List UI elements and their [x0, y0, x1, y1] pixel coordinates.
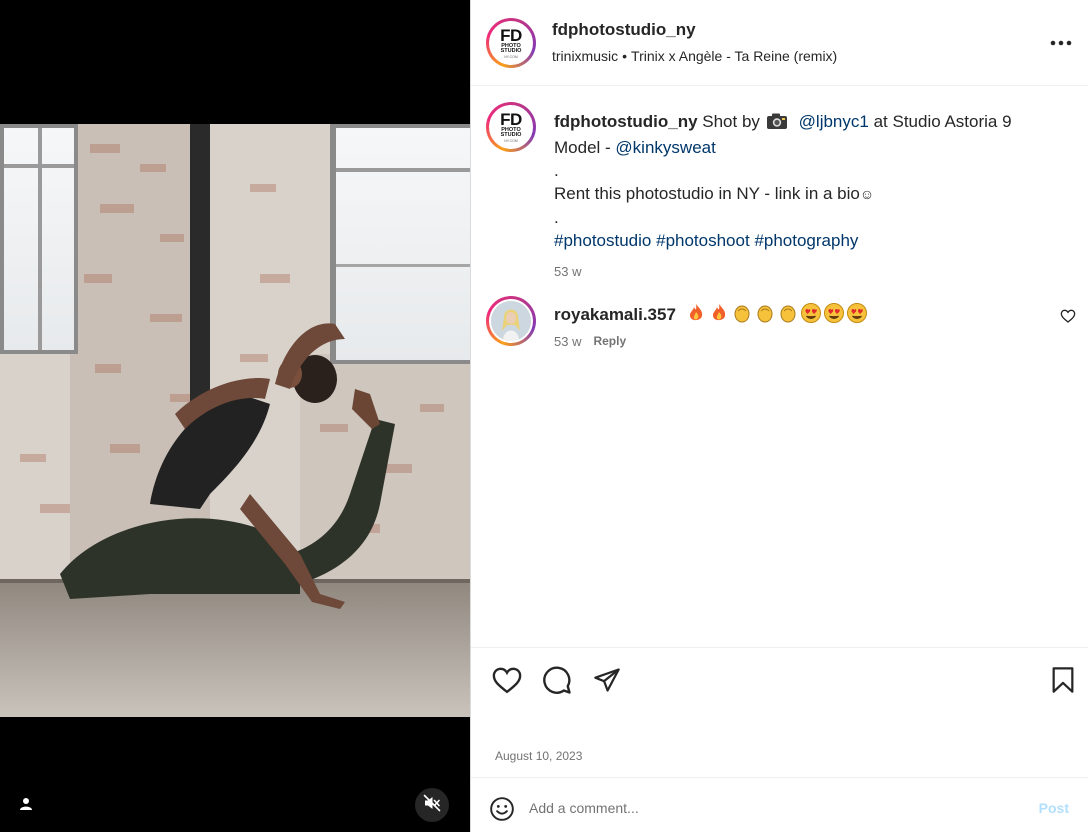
model-mention[interactable]: @kinkysweat: [615, 138, 715, 157]
share-button[interactable]: [591, 666, 623, 698]
audio-separator: •: [622, 48, 628, 64]
video-still-image: [0, 124, 470, 717]
hashtag-photography[interactable]: #photography: [754, 231, 858, 250]
caption-author-avatar[interactable]: FD PHOTO STUDIO NY.COM: [486, 102, 536, 152]
like-button[interactable]: [491, 666, 523, 698]
comment-timestamp[interactable]: 53 w: [554, 334, 581, 349]
smile-emoji: ☺: [859, 186, 875, 202]
fire-icon: [685, 302, 707, 329]
emoji-picker-button[interactable]: [489, 796, 515, 822]
logo-tiny: NY.COM: [504, 138, 518, 143]
mute-toggle-button[interactable]: [415, 788, 449, 822]
heart-icon: [492, 666, 522, 699]
audio-artist[interactable]: trinixmusic: [552, 48, 618, 64]
logo-line2: STUDIO: [500, 48, 522, 55]
comment-emojis: [685, 302, 868, 329]
fd-logo: FD PHOTO STUDIO NY.COM: [489, 105, 533, 149]
add-comment-bar: Post: [471, 777, 1088, 832]
caption-text: fdphotostudio_ny Shot by @ljbnyc1 at Stu…: [554, 110, 1074, 283]
hashtag-photostudio[interactable]: #photostudio: [554, 231, 651, 250]
caption-hashtags: #photostudio #photoshoot #photography: [554, 229, 1074, 252]
commenter-avatar[interactable]: [486, 296, 536, 346]
caption-dot-1: .: [554, 161, 559, 180]
more-horizontal-icon: [1050, 33, 1072, 51]
bookmark-icon: [1050, 666, 1076, 699]
speaker-muted-icon: [423, 794, 441, 817]
post-video[interactable]: [0, 124, 470, 717]
heart-eyes-icon: [800, 302, 822, 329]
caption-dot-2: .: [554, 208, 559, 227]
more-options-button[interactable]: [1049, 30, 1073, 54]
logo-tiny: NY.COM: [504, 54, 518, 59]
comments-list[interactable]: FD PHOTO STUDIO NY.COM fdphotostudio_ny …: [471, 86, 1088, 646]
comment-like-button[interactable]: [1060, 308, 1076, 324]
tagged-users-button[interactable]: [12, 792, 40, 820]
media-pane: [0, 0, 470, 832]
author-avatar[interactable]: FD PHOTO STUDIO NY.COM: [486, 18, 536, 68]
hashtag-photoshoot[interactable]: #photoshoot: [656, 231, 750, 250]
clapping-hands-icon: [754, 302, 776, 329]
smiley-icon: [489, 797, 515, 826]
comment-input[interactable]: [529, 794, 1009, 822]
caption-line-rent: Rent this photostudio in NY - link in a …: [554, 182, 1074, 206]
rent-text: Rent this photostudio in NY - link in a …: [554, 184, 860, 203]
logo-text: FD: [500, 109, 522, 129]
caption-line-2: Model - @kinkysweat: [554, 136, 1074, 159]
reply-button[interactable]: Reply: [593, 334, 626, 349]
logo-text: FD: [500, 25, 522, 45]
commenter-photo: [489, 299, 533, 343]
commenter-username[interactable]: royakamali.357: [554, 305, 676, 324]
author-username[interactable]: fdphotostudio_ny: [552, 20, 696, 40]
logo-line2: STUDIO: [500, 132, 522, 139]
camera-icon: [766, 112, 788, 136]
caption-username[interactable]: fdphotostudio_ny: [554, 112, 698, 131]
user-tag-icon: [19, 797, 33, 816]
comment-bubble-icon: [542, 665, 572, 700]
clapping-hands-icon: [777, 302, 799, 329]
post-date[interactable]: August 10, 2023: [495, 749, 582, 763]
post-comment-button[interactable]: Post: [1039, 800, 1069, 816]
comment-body: royakamali.357: [554, 302, 868, 329]
comment-button[interactable]: [541, 665, 573, 700]
model-label: Model -: [554, 138, 611, 157]
heart-eyes-icon: [823, 302, 845, 329]
photographer-mention[interactable]: @ljbnyc1: [799, 112, 869, 131]
fd-logo: FD PHOTO STUDIO NY.COM: [489, 21, 533, 65]
post-actions: [471, 647, 1088, 723]
clapping-hands-icon: [731, 302, 753, 329]
heart-icon: [1060, 309, 1076, 328]
post-header: FD PHOTO STUDIO NY.COM fdphotostudio_ny …: [471, 0, 1088, 86]
post-details-pane: FD PHOTO STUDIO NY.COM fdphotostudio_ny …: [470, 0, 1088, 832]
save-button[interactable]: [1047, 666, 1079, 698]
fire-icon: [708, 302, 730, 329]
audio-attribution[interactable]: trinixmusic • Trinix x Angèle - Ta Reine (…: [552, 48, 837, 64]
heart-eyes-icon: [846, 302, 868, 329]
shot-by-label: Shot by: [702, 112, 760, 131]
caption-line-1: fdphotostudio_ny Shot by @ljbnyc1 at Stu…: [554, 110, 1074, 136]
audio-track[interactable]: Trinix x Angèle - Ta Reine (remix): [631, 48, 837, 64]
location-text: at Studio Astoria 9: [873, 112, 1012, 131]
comment-meta: 53 w Reply: [554, 334, 626, 349]
caption-timestamp[interactable]: 53 w: [554, 260, 1074, 283]
paper-plane-icon: [593, 666, 621, 699]
